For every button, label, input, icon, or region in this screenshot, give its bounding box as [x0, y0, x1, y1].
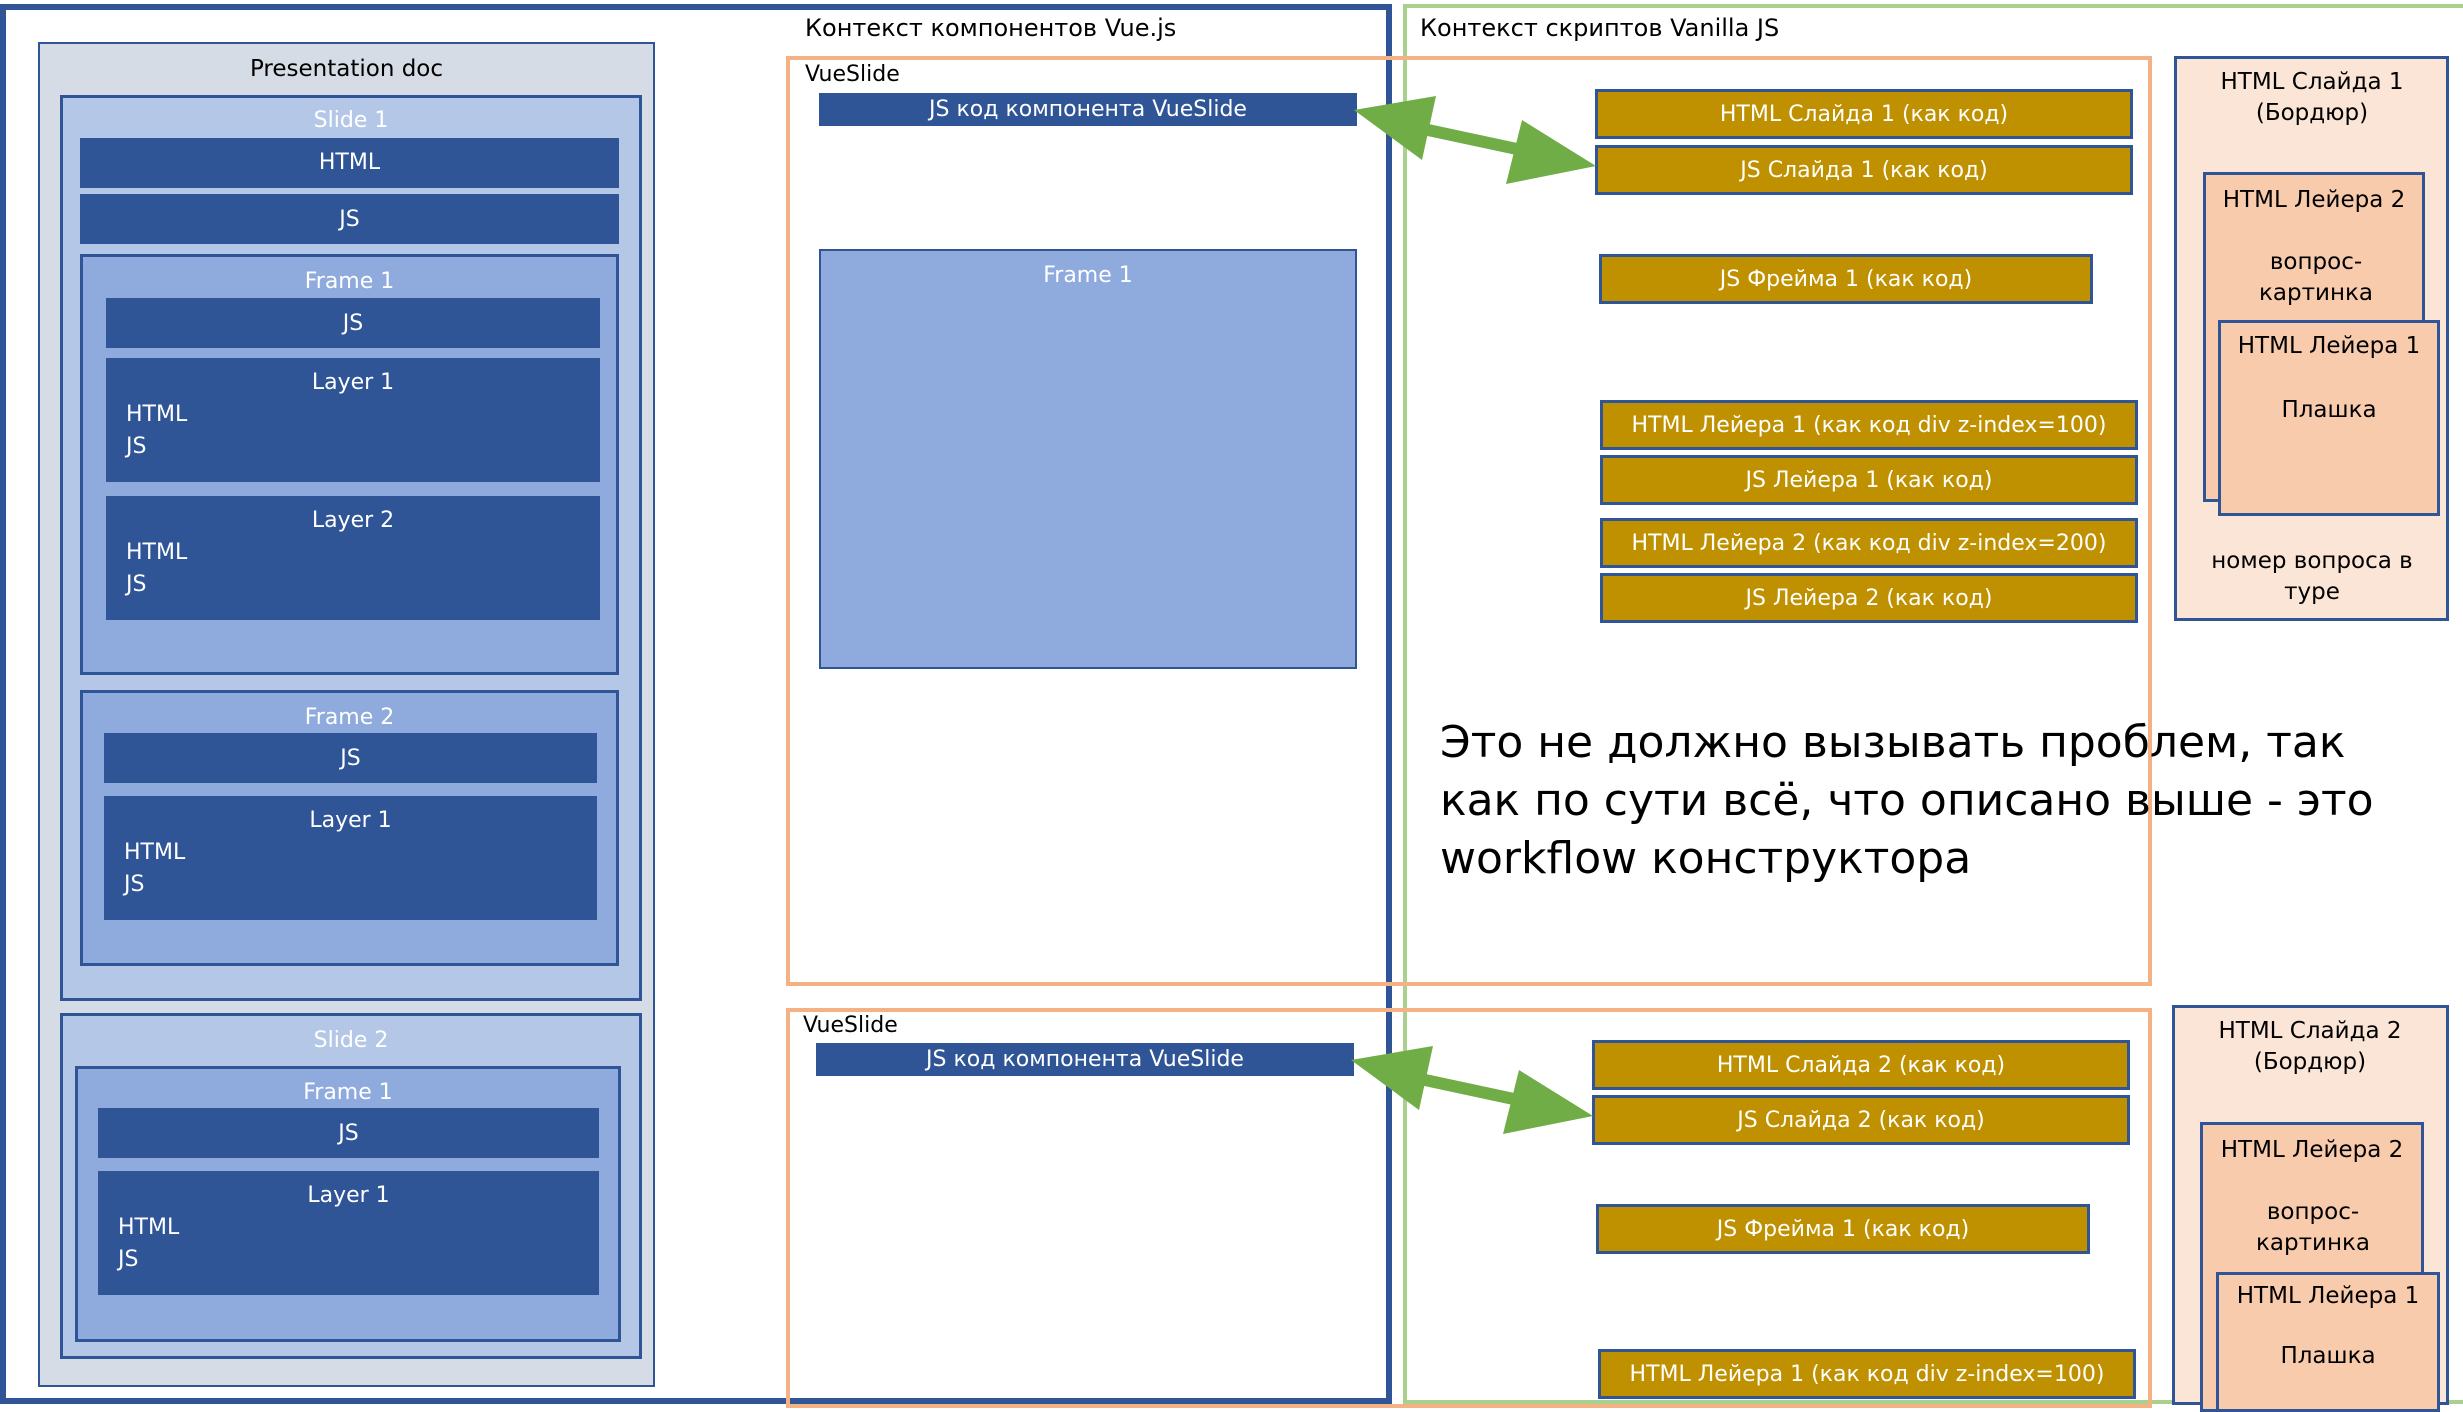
connector-arrows [1351, 96, 1596, 1134]
double-arrow-1 [1354, 96, 1596, 184]
double-arrow-2 [1351, 1046, 1593, 1134]
